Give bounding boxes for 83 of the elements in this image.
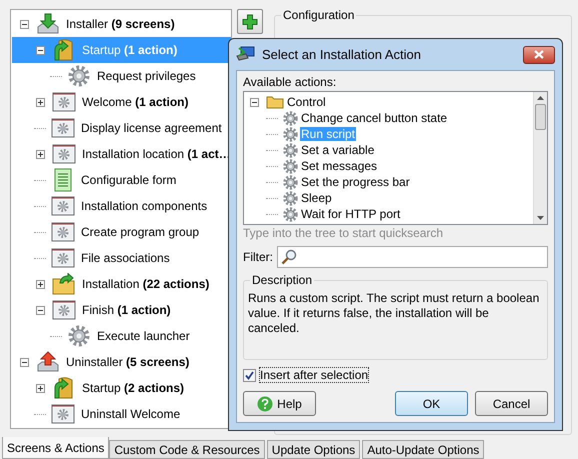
help-button[interactable]: Help (243, 391, 316, 416)
tree-item[interactable]: Configurable form (12, 167, 231, 193)
computer-icon (236, 46, 256, 64)
tree-item[interactable]: Create program group (12, 219, 231, 245)
tree-item[interactable]: Welcome (1 action) (12, 89, 231, 115)
close-button[interactable] (523, 46, 555, 64)
tab[interactable]: Auto-Update Options (362, 440, 484, 459)
folder-icon (266, 95, 284, 109)
help-icon (257, 396, 274, 412)
close-icon (534, 50, 544, 59)
door-arrow-icon (53, 38, 75, 62)
installer-box-icon (36, 12, 60, 36)
action-item[interactable]: Set messages (300, 159, 378, 173)
tree-item[interactable]: Startup (2 actions) (12, 375, 231, 401)
add-button[interactable] (237, 9, 263, 34)
action-item[interactable]: Change cancel button state (300, 111, 448, 125)
expander-icon[interactable] (34, 304, 47, 316)
tree-item[interactable]: Installation (22 actions) (12, 271, 231, 297)
ok-button[interactable]: OK (395, 391, 468, 416)
expander-icon[interactable] (18, 18, 31, 30)
tree-item[interactable]: Uninstaller (5 screens) (12, 349, 231, 375)
gear-window-icon (51, 404, 75, 424)
filter-field[interactable] (277, 246, 548, 268)
gear-icon (283, 110, 298, 126)
tree-item[interactable]: Installer (9 screens) (12, 11, 231, 37)
expander-icon[interactable] (248, 96, 261, 108)
action-item[interactable]: Control (286, 95, 327, 109)
tree-item[interactable]: Display license agreement (12, 115, 231, 141)
group-title: Description (250, 273, 314, 287)
expander-icon[interactable] (34, 382, 47, 394)
gear-icon (68, 65, 90, 87)
tree-item[interactable]: File associations (12, 245, 231, 271)
gear-window-icon (52, 144, 76, 164)
expander-icon[interactable] (34, 96, 47, 108)
gear-icon (283, 174, 298, 190)
gear-icon (68, 325, 90, 347)
gear-icon (283, 158, 298, 174)
checkbox-label[interactable]: Insert after selection (260, 368, 368, 382)
plus-icon (242, 14, 258, 30)
gear-window-icon (52, 300, 76, 320)
gear-window-icon (51, 118, 75, 138)
tab[interactable]: Update Options (266, 440, 360, 459)
gear-icon (283, 190, 298, 206)
scrollbar[interactable] (533, 92, 547, 224)
door-arrow-icon (53, 376, 75, 400)
down-arrow-icon[interactable] (537, 216, 544, 220)
gear-window-icon (51, 196, 75, 216)
tab[interactable]: Custom Code & Resources (109, 440, 265, 459)
tree-item[interactable]: Installation location (1 act… (12, 141, 231, 167)
scrollbar-thumb[interactable] (535, 104, 546, 130)
dialog-title: Select an Installation Action (262, 47, 422, 62)
tree-item[interactable]: Installation components (12, 193, 231, 219)
cancel-button[interactable]: Cancel (475, 391, 548, 416)
action-item[interactable]: Wait for HTTP port (300, 207, 402, 221)
filter-label: Filter: (243, 250, 273, 264)
quicksearch-hint: Type into the tree to start quicksearch (243, 226, 444, 240)
action-item[interactable]: Set the progress bar (300, 175, 411, 189)
group-title: Configuration (281, 8, 356, 22)
search-icon (281, 249, 297, 265)
tree-item[interactable]: Request privileges (12, 63, 231, 89)
description-text: Runs a custom script. The script must return a boolean value. If it returns false, the installation will be canceled. (248, 291, 540, 336)
action-item[interactable]: Sleep (300, 191, 333, 205)
gear-window-icon (52, 92, 76, 112)
gear-window-icon (51, 222, 75, 242)
tree-item[interactable]: Execute launcher (12, 323, 231, 349)
action-item[interactable]: Set a variable (300, 143, 376, 157)
expander-icon[interactable] (34, 44, 47, 56)
tab[interactable]: Screens & Actions (2, 437, 110, 459)
tree-item[interactable]: Finish (1 action) (12, 297, 231, 323)
up-arrow-icon[interactable] (537, 96, 544, 100)
gear-window-icon (51, 248, 75, 268)
gear-icon (283, 142, 298, 158)
form-document-icon (54, 168, 72, 192)
installer-box-icon (36, 350, 60, 374)
gear-icon (283, 206, 298, 222)
expander-icon[interactable] (34, 278, 47, 290)
tree-item[interactable]: Uninstall Welcome (12, 401, 231, 427)
folder-arrow-icon (52, 273, 76, 295)
expander-icon[interactable] (18, 356, 31, 368)
gear-icon (283, 126, 298, 142)
actions-label: Available actions: (243, 75, 338, 89)
expander-icon[interactable] (34, 148, 47, 160)
checkbox[interactable] (243, 368, 256, 382)
